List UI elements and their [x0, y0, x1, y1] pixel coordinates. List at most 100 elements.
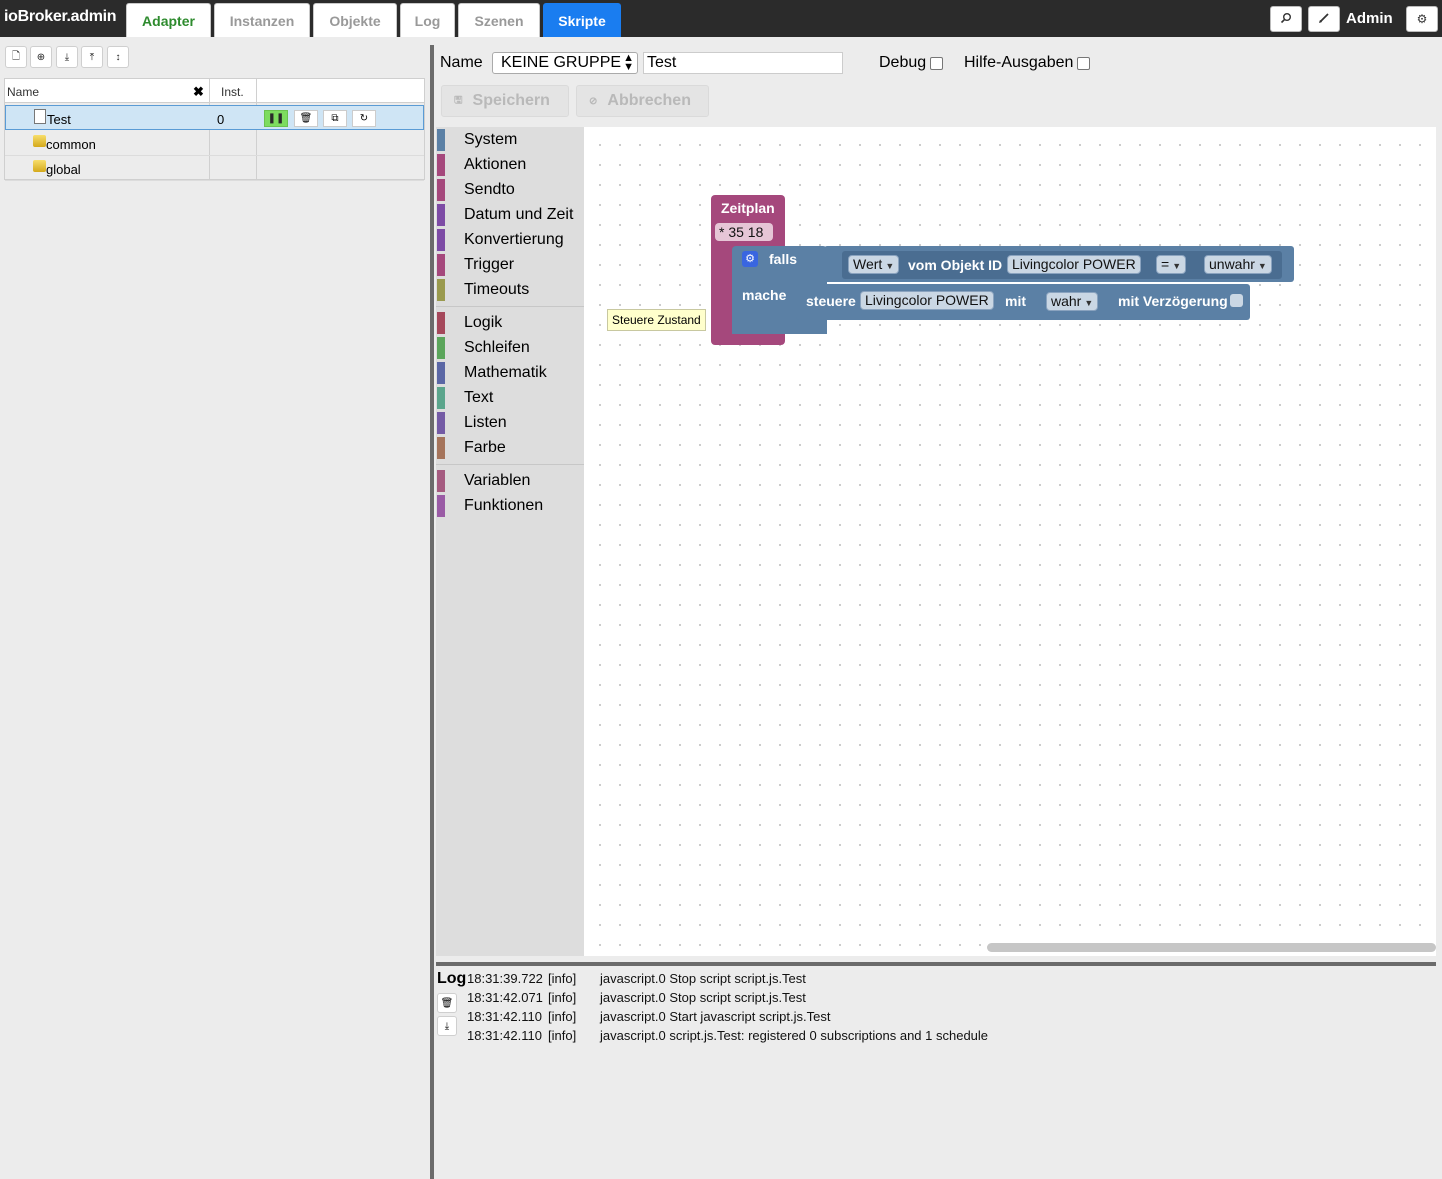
download-log-button[interactable]: ⤓	[437, 1016, 457, 1036]
object-id-field[interactable]: Livingcolor POWER	[1007, 255, 1141, 274]
set-value-dropdown[interactable]: wahr ▼	[1046, 292, 1099, 311]
mutator-gear-icon[interactable]: ⚙	[742, 251, 758, 267]
operator-dropdown[interactable]: = ▼	[1156, 255, 1187, 274]
category-color	[437, 387, 445, 409]
add-folder-button[interactable]: ⊕	[30, 46, 52, 68]
dropdown-arrow-icon: ▼	[1172, 261, 1182, 271]
tab-objekte[interactable]: Objekte	[313, 3, 397, 37]
workspace-scrollbar[interactable]	[987, 943, 1436, 952]
category-variablen[interactable]: Variablen	[436, 470, 584, 492]
category-timeouts[interactable]: Timeouts	[436, 279, 584, 301]
log-time: 18:31:42.071	[467, 990, 543, 1005]
tree-row-test[interactable]: Test 0 ❚❚ 🗑 ⧉ ↻	[5, 105, 424, 130]
log-level: [info]	[548, 1028, 577, 1043]
category-system[interactable]: System	[436, 129, 584, 151]
compare-value-dropdown[interactable]: unwahr ▼	[1204, 255, 1272, 274]
category-separator	[436, 464, 584, 465]
delete-button[interactable]: 🗑	[294, 110, 318, 127]
category-mathematik[interactable]: Mathematik	[436, 362, 584, 384]
tree-row-global[interactable]: global	[5, 156, 424, 181]
debug-checkbox[interactable]	[930, 57, 943, 70]
compare-value: unwahr	[1209, 256, 1255, 272]
select-arrows-icon: ▲ ▼	[623, 52, 634, 73]
category-label: Timeouts	[464, 281, 530, 298]
vertical-splitter[interactable]	[430, 45, 434, 1179]
schedule-field[interactable]: * 35 18	[715, 223, 773, 241]
clear-filter-icon[interactable]: ✖	[193, 84, 204, 100]
tab-log[interactable]: Log	[400, 3, 455, 37]
category-label: System	[464, 131, 518, 148]
edit-button[interactable]	[1308, 6, 1340, 32]
category-label: Sendto	[464, 181, 515, 198]
tab-instanzen[interactable]: Instanzen	[214, 3, 310, 37]
refresh-icon: ↻	[359, 113, 369, 124]
category-label: Logik	[464, 314, 503, 331]
dropdown-arrow-icon: ▼	[885, 261, 895, 271]
do-label: mache	[742, 287, 787, 303]
import-button[interactable]: ⤒	[81, 46, 103, 68]
tab-szenen[interactable]: Szenen	[458, 3, 540, 37]
clear-log-button[interactable]: 🗑	[437, 993, 457, 1013]
category-sendto[interactable]: Sendto	[436, 179, 584, 201]
category-datum[interactable]: Datum und Zeit	[436, 204, 584, 226]
category-listen[interactable]: Listen	[436, 412, 584, 434]
dropdown-arrow-icon: ▼	[1084, 298, 1094, 308]
pause-button[interactable]: ❚❚	[264, 110, 288, 127]
tab-adapter[interactable]: Adapter	[126, 3, 211, 37]
category-color	[437, 179, 445, 201]
category-label: Funktionen	[464, 497, 544, 514]
blockly-workspace[interactable]: Zeitplan * 35 18 ⚙ falls mache Wert ▼ vom…	[584, 127, 1436, 956]
tab-skripte[interactable]: Skripte	[543, 3, 621, 37]
group-select[interactable]: KEINE GRUPPE ▲ ▼	[492, 52, 638, 74]
gear-icon: ⚙	[1416, 12, 1428, 26]
category-color	[437, 412, 445, 434]
category-logik[interactable]: Logik	[436, 312, 584, 334]
debug-label: Debug	[879, 54, 927, 71]
category-color	[437, 254, 445, 276]
category-aktionen[interactable]: Aktionen	[436, 154, 584, 176]
delay-checkbox[interactable]	[1230, 294, 1243, 307]
copy-button[interactable]: ⧉	[323, 110, 347, 127]
save-icon: 🖫	[454, 94, 463, 106]
edit-icon	[1318, 12, 1330, 27]
category-funktionen[interactable]: Funktionen	[436, 495, 584, 517]
category-label: Trigger	[464, 256, 515, 273]
cancel-button[interactable]: ⊘ Abbrechen	[576, 85, 709, 117]
category-trigger[interactable]: Trigger	[436, 254, 584, 276]
if-block-bottom	[732, 324, 827, 334]
hilfe-checkbox[interactable]	[1077, 57, 1090, 70]
user-label[interactable]: Admin	[1346, 10, 1393, 27]
settings-button[interactable]: ⚙	[1406, 6, 1438, 32]
category-schleifen[interactable]: Schleifen	[436, 337, 584, 359]
set-object-field[interactable]: Livingcolor POWER	[860, 291, 994, 310]
log-time: 18:31:42.110	[467, 1009, 542, 1024]
trash-icon: 🗑	[440, 997, 454, 1009]
schedule-label: Zeitplan	[721, 200, 775, 216]
category-text[interactable]: Text	[436, 387, 584, 409]
script-name-input[interactable]	[643, 52, 843, 74]
search-button[interactable]	[1270, 6, 1302, 32]
log-message: javascript.0 Stop script script.js.Test	[600, 971, 806, 986]
new-script-button[interactable]: 🗋	[5, 46, 27, 68]
category-color	[437, 437, 445, 459]
export-button[interactable]: ⤓	[56, 46, 78, 68]
tree-header: Name ✖ Inst.	[5, 79, 424, 103]
restart-button[interactable]: ↻	[352, 110, 376, 127]
save-button[interactable]: 🖫 Speichern	[441, 85, 569, 117]
log-message: javascript.0 script.js.Test: registered …	[600, 1028, 989, 1043]
if-label: falls	[769, 251, 798, 267]
category-color	[437, 204, 445, 226]
delay-label: mit Verzögerung	[1118, 293, 1228, 309]
log-message: javascript.0 Stop script script.js.Test	[600, 990, 806, 1005]
value-dropdown[interactable]: Wert ▼	[848, 255, 900, 274]
row-inst: 0	[217, 112, 225, 127]
category-farbe[interactable]: Farbe	[436, 437, 584, 459]
log-time: 18:31:42.110	[467, 1028, 542, 1043]
hilfe-label: Hilfe-Ausgaben	[964, 54, 1074, 71]
tree-row-common[interactable]: common	[5, 131, 424, 156]
log-level: [info]	[548, 990, 577, 1005]
category-konvertierung[interactable]: Konvertierung	[436, 229, 584, 251]
blockly-toolbox: System Aktionen Sendto Datum und Zeit Ko…	[436, 127, 584, 956]
expand-collapse-button[interactable]: ↕	[107, 46, 129, 68]
script-file-icon	[34, 109, 46, 124]
